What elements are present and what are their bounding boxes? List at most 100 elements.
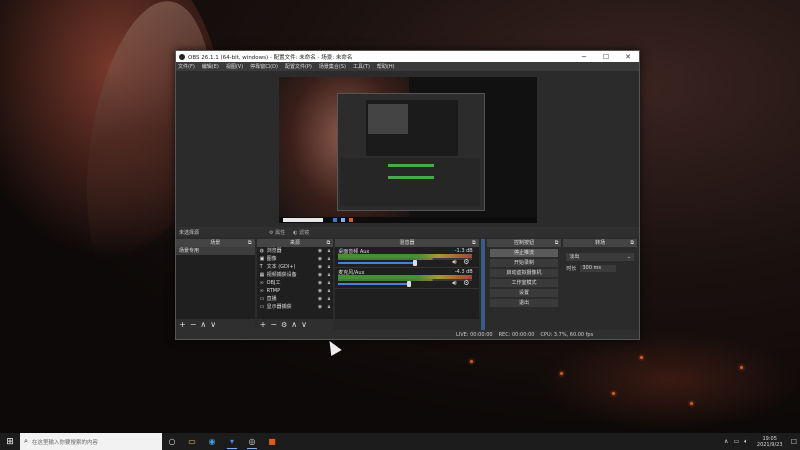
gear-icon[interactable]: ⚙ bbox=[463, 258, 469, 266]
volume-icon[interactable]: 🔈︎ bbox=[744, 438, 748, 446]
volume-slider-handle[interactable] bbox=[407, 281, 412, 287]
source-item[interactable]: T 文本 (GDI+) ◉ 🔒︎ bbox=[257, 263, 334, 271]
app-icon[interactable]: ■ bbox=[262, 433, 282, 450]
filters-button[interactable]: ◐ 滤镜 bbox=[293, 229, 309, 236]
speaker-icon[interactable]: 🔊︎ bbox=[452, 279, 456, 288]
audio-mixer-dock: 混音器 ⧉ 桌面音频 Aux -1.3 dB 🔊︎ ⚙ 麦克风/Aux -4.3 dB 🔊︎ ⚙ bbox=[335, 239, 479, 331]
menu-tools[interactable]: 工具(T) bbox=[353, 63, 370, 70]
gear-icon[interactable]: ⚙ bbox=[463, 279, 469, 287]
transitions-dock: 转场 ⧉ 淡出 ⌄ 时长 300 ms bbox=[563, 239, 637, 331]
camera-icon: ▦ bbox=[259, 272, 265, 278]
add-source-button[interactable]: + bbox=[260, 321, 267, 329]
eye-icon[interactable]: ◉ bbox=[318, 263, 322, 271]
scene-item[interactable]: 场景专用 bbox=[176, 247, 255, 255]
menu-edit[interactable]: 编辑(E) bbox=[202, 63, 219, 70]
control-button[interactable]: 停止推流 bbox=[489, 249, 559, 257]
windows-start-icon[interactable]: ⊞ bbox=[0, 433, 20, 450]
mixer-track: 桌面音频 Aux -1.3 dB 🔊︎ ⚙ bbox=[335, 247, 479, 268]
close-button[interactable]: ✕ bbox=[617, 53, 639, 61]
mixer-scrollbar[interactable] bbox=[480, 239, 485, 331]
menu-file[interactable]: 文件(F) bbox=[178, 63, 195, 70]
image-icon: ▣ bbox=[259, 256, 265, 262]
move-up-button[interactable]: ∧ bbox=[200, 321, 206, 329]
menu-docks[interactable]: 停靠窗口(D) bbox=[250, 63, 278, 70]
source-label: 视频捕获设备 bbox=[266, 272, 297, 278]
search-icon: ⌕ bbox=[24, 437, 28, 445]
remove-source-button[interactable]: − bbox=[270, 321, 277, 329]
live-indicator: LIVE: 00:00:00 bbox=[456, 331, 493, 338]
source-item[interactable]: ▦ 视频捕获设备 ◉ 🔒︎ bbox=[257, 271, 334, 279]
lock-icon[interactable]: 🔒︎ bbox=[328, 303, 331, 311]
lock-icon[interactable]: 🔒︎ bbox=[328, 247, 331, 255]
source-settings-button[interactable]: ⚙ bbox=[281, 321, 287, 329]
lock-icon[interactable]: 🔒︎ bbox=[328, 295, 331, 303]
clock[interactable]: 19:05 2021/9/23 bbox=[754, 436, 786, 448]
control-button[interactable]: 工作室模式 bbox=[489, 279, 559, 287]
network-icon[interactable]: ▭ bbox=[733, 438, 739, 445]
notification-icon[interactable]: ☐ bbox=[791, 438, 797, 446]
status-bar: LIVE: 00:00:00 REC: 00:00:00 CPU: 3.7%, … bbox=[176, 330, 639, 339]
taskbar-search[interactable]: ⌕ 在这里输入你要搜索的内容 bbox=[20, 433, 162, 450]
duration-row: 时长 300 ms bbox=[566, 264, 634, 272]
obs-taskbar-icon[interactable]: ◎ bbox=[242, 433, 262, 450]
volume-slider[interactable] bbox=[338, 262, 416, 264]
menu-profile[interactable]: 配置文件(P) bbox=[285, 63, 312, 70]
menu-view[interactable]: 视图(V) bbox=[226, 63, 243, 70]
no-source-label: 未选择源 bbox=[179, 229, 200, 236]
move-down-button[interactable]: ∨ bbox=[210, 321, 216, 329]
preview-canvas[interactable] bbox=[279, 77, 537, 223]
source-item[interactable]: ∞ OBJ工 ◉ 🔒︎ bbox=[257, 279, 334, 287]
control-button[interactable]: 开始录制 bbox=[489, 259, 559, 267]
source-item[interactable]: ▭ 显示器捕获 ◉ 🔒︎ bbox=[257, 303, 334, 311]
move-down-button[interactable]: ∨ bbox=[301, 321, 307, 329]
text-icon: T bbox=[259, 264, 263, 270]
transition-select[interactable]: 淡出 ⌄ bbox=[566, 253, 634, 261]
eye-icon[interactable]: ◉ bbox=[318, 295, 322, 303]
duration-label: 时长 bbox=[566, 265, 577, 272]
file-explorer-icon[interactable]: ▭ bbox=[182, 433, 202, 450]
lock-icon[interactable]: 🔒︎ bbox=[328, 271, 331, 279]
volume-slider[interactable] bbox=[338, 283, 410, 285]
link-icon: ∞ bbox=[259, 280, 264, 286]
menu-scene-collection[interactable]: 场景集合(S) bbox=[319, 63, 346, 70]
chevron-up-icon[interactable]: ∧ bbox=[724, 438, 728, 445]
eye-icon[interactable]: ◉ bbox=[318, 247, 322, 255]
lock-icon[interactable]: 🔒︎ bbox=[328, 287, 331, 295]
add-scene-button[interactable]: + bbox=[179, 321, 186, 329]
lock-icon[interactable]: 🔒︎ bbox=[328, 255, 331, 263]
source-item[interactable]: ▭ 直播 ◉ 🔒︎ bbox=[257, 295, 334, 303]
eye-icon[interactable]: ◉ bbox=[318, 271, 322, 279]
control-button[interactable]: 启动虚拟摄像机 bbox=[489, 269, 559, 277]
properties-button[interactable]: ⚙ 属性 bbox=[269, 229, 285, 236]
source-item[interactable]: ∞ RTMP ◉ 🔒︎ bbox=[257, 287, 334, 295]
speaker-icon[interactable]: 🔊︎ bbox=[452, 258, 456, 267]
eye-icon[interactable]: ◉ bbox=[318, 287, 322, 295]
maximize-button[interactable]: ☐ bbox=[595, 53, 617, 61]
remove-scene-button[interactable]: − bbox=[190, 321, 197, 329]
source-item[interactable]: ▣ 图像 ◉ 🔒︎ bbox=[257, 255, 334, 263]
taskbar: ⊞ ⌕ 在这里输入你要搜索的内容 ○ ▭ ◉ ▾ ◎ ■ ∧ ▭ 🔈︎ 19:0… bbox=[0, 433, 800, 450]
clock-date: 2021/9/23 bbox=[756, 441, 783, 448]
properties-label: 属性 bbox=[275, 229, 286, 236]
transitions-header: 转场 ⧉ bbox=[563, 239, 637, 247]
lock-icon[interactable]: 🔒︎ bbox=[328, 263, 331, 271]
move-up-button[interactable]: ∧ bbox=[291, 321, 297, 329]
minimize-button[interactable]: ─ bbox=[573, 53, 595, 61]
control-button[interactable]: 设置 bbox=[489, 289, 559, 297]
lock-icon[interactable]: 🔒︎ bbox=[328, 279, 331, 287]
store-icon[interactable]: ▾ bbox=[222, 433, 242, 450]
edge-icon[interactable]: ◉ bbox=[202, 433, 222, 450]
volume-slider-handle[interactable] bbox=[413, 260, 418, 266]
control-button[interactable]: 退出 bbox=[489, 299, 559, 307]
source-label: RTMP bbox=[266, 288, 281, 294]
menu-bar: 文件(F) 编辑(E) 视图(V) 停靠窗口(D) 配置文件(P) 场景集合(S… bbox=[176, 62, 639, 71]
eye-icon[interactable]: ◉ bbox=[318, 303, 322, 311]
menu-help[interactable]: 帮助(H) bbox=[377, 63, 395, 70]
eye-icon[interactable]: ◉ bbox=[318, 255, 322, 263]
duration-input[interactable]: 300 ms bbox=[580, 264, 617, 272]
source-item[interactable]: ◍ 浏览器 ◉ 🔒︎ bbox=[257, 247, 334, 255]
eye-icon[interactable]: ◉ bbox=[318, 279, 322, 287]
task-view-icon[interactable]: ○ bbox=[162, 433, 182, 450]
source-label: OBJ工 bbox=[266, 280, 281, 286]
title-bar: OBS 26.1.1 (64-bit, windows) - 配置文件: 未命名… bbox=[176, 51, 639, 62]
